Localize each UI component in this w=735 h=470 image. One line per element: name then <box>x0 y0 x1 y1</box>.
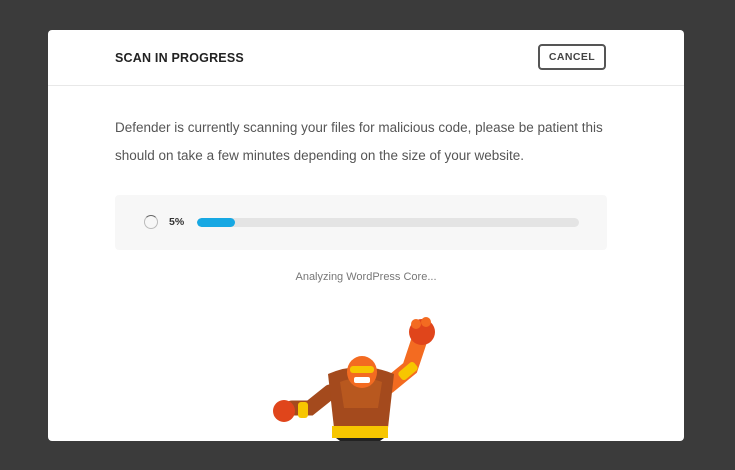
modal-header: SCAN IN PROGRESS CANCEL <box>48 30 684 86</box>
scan-modal: SCAN IN PROGRESS CANCEL Defender is curr… <box>48 30 684 441</box>
progress-bar <box>197 218 579 227</box>
progress-bar-fill <box>197 218 236 227</box>
progress-percent: 5% <box>169 216 185 228</box>
modal-title: SCAN IN PROGRESS <box>115 51 244 65</box>
scan-status-text: Analyzing WordPress Core... <box>295 271 437 283</box>
progress-panel: 5% <box>115 195 607 250</box>
scan-description: Defender is currently scanning your file… <box>115 120 603 163</box>
cancel-button[interactable]: CANCEL <box>538 44 606 70</box>
spinner-icon <box>144 215 158 229</box>
defender-wrestler-mascot-icon <box>273 317 435 441</box>
